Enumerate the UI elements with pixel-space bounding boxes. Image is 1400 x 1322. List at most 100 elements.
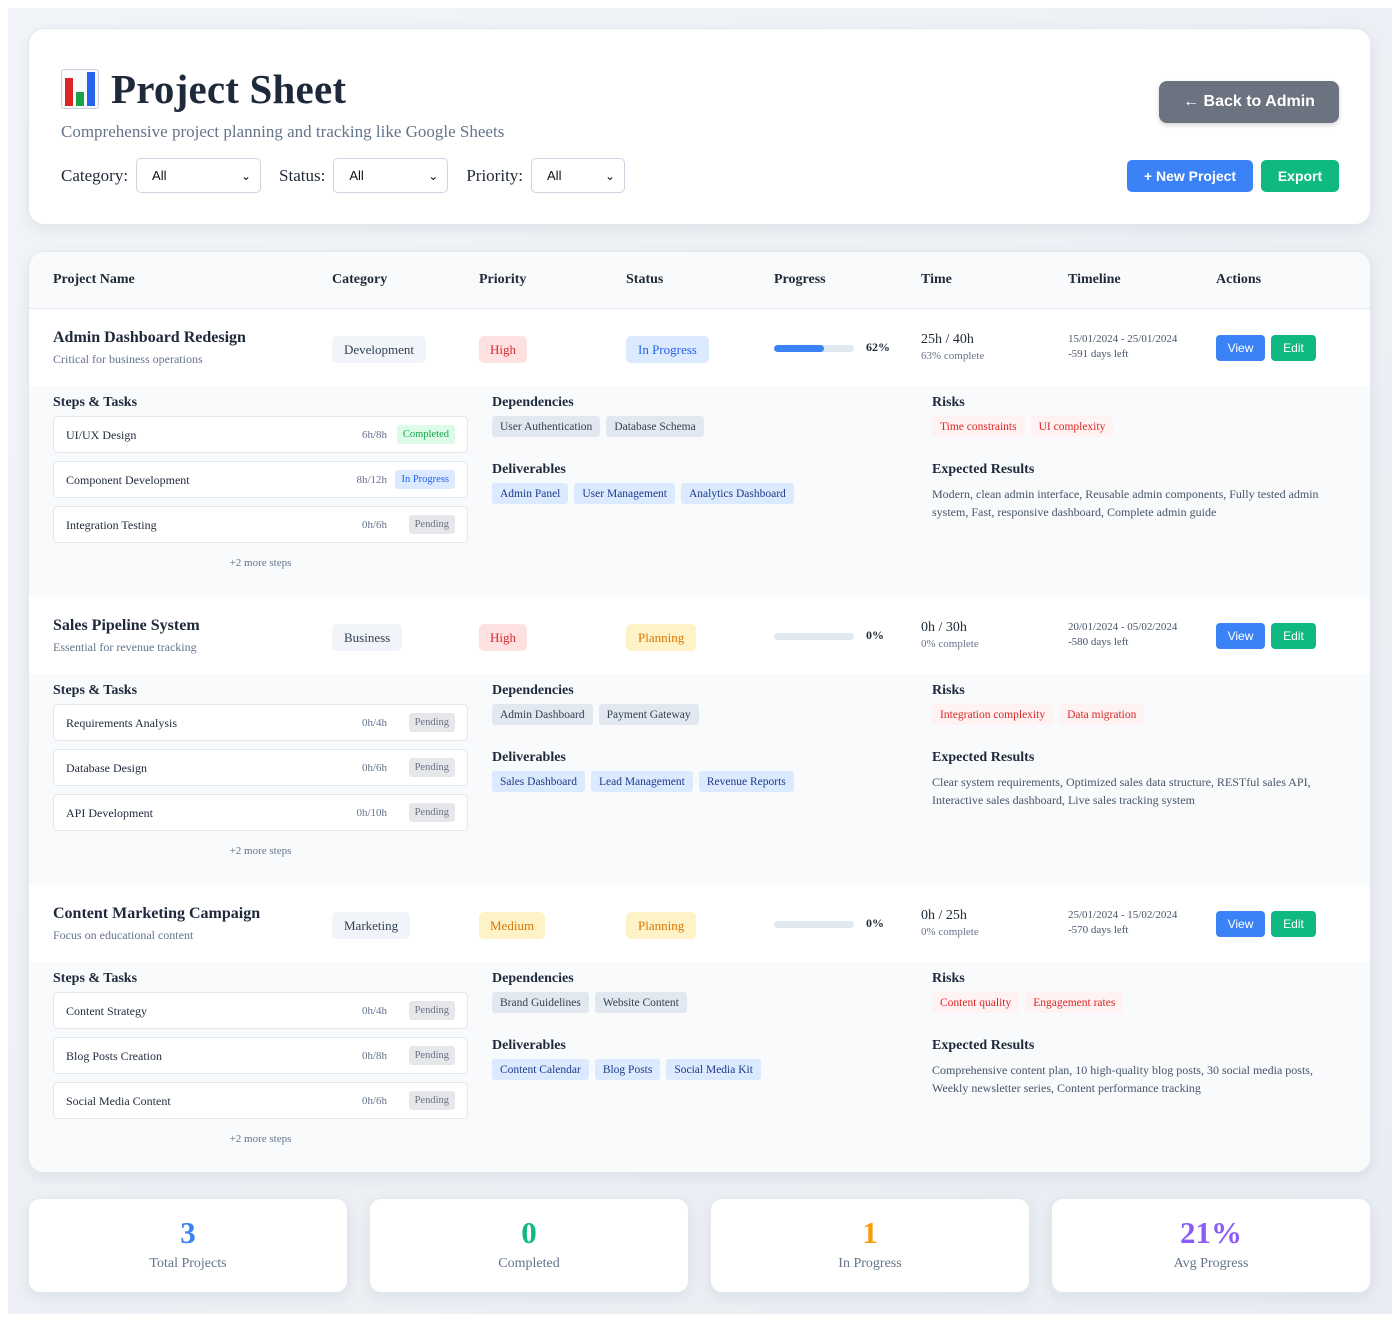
- column-header-timeline[interactable]: Timeline: [1068, 272, 1121, 288]
- timeline-dates: 15/01/2024 - 25/01/2024: [1068, 333, 1178, 345]
- dependency-tag: Website Content: [594, 992, 687, 1013]
- step-item[interactable]: Database Design 0h/6h Pending: [53, 749, 468, 786]
- timeline-dates: 25/01/2024 - 15/02/2024: [1068, 909, 1178, 921]
- steps-heading: Steps & Tasks: [53, 683, 138, 698]
- project-description: Focus on educational content: [53, 928, 194, 942]
- deliverable-tag: Admin Panel: [492, 483, 569, 504]
- stat-total-projects: 3 Total Projects: [28, 1198, 348, 1293]
- project-name: Content Marketing Campaign: [53, 905, 261, 922]
- deliverable-tags: Sales Dashboard Lead Management Revenue Re…: [492, 771, 794, 792]
- project-name: Sales Pipeline System: [53, 617, 200, 634]
- step-item[interactable]: UI/UX Design 6h/8h Completed: [53, 416, 468, 453]
- stat-in-progress: 1 In Progress: [710, 1198, 1030, 1293]
- risk-tags: Integration complexity Data migration: [932, 704, 1145, 725]
- project-description: Essential for revenue tracking: [53, 640, 197, 654]
- status-filter-select[interactable]: All ⌄: [333, 158, 449, 193]
- back-to-admin-button[interactable]: ← Back to Admin: [1159, 81, 1339, 123]
- step-name: Content Strategy: [66, 1004, 147, 1018]
- step-hours: 0h/8h: [361, 1050, 387, 1062]
- step-item[interactable]: API Development 0h/10h Pending: [53, 794, 468, 831]
- edit-button[interactable]: Edit: [1271, 911, 1316, 937]
- expected-results-heading: Expected Results: [932, 462, 1035, 477]
- priority-badge: High: [479, 624, 527, 651]
- project-details: Steps & Tasks Content Strategy 0h/4h Pendin…: [29, 962, 1370, 1172]
- steps-heading: Steps & Tasks: [53, 971, 138, 986]
- new-project-button[interactable]: + New Project: [1127, 160, 1253, 192]
- dependencies-heading: Dependencies: [492, 971, 574, 986]
- deliverable-tag: Content Calendar: [492, 1059, 589, 1080]
- risk-tag: Time constraints: [932, 416, 1025, 437]
- step-item[interactable]: Component Development 8h/12h In Progress: [53, 461, 468, 498]
- step-status-badge: Completed: [396, 425, 455, 444]
- priority-filter-select[interactable]: All ⌄: [531, 158, 626, 193]
- step-status-badge: Pending: [408, 515, 455, 534]
- stat-avg-progress: 21% Avg Progress: [1051, 1198, 1371, 1293]
- view-button[interactable]: View: [1216, 623, 1265, 649]
- timeline-days-left: -570 days left: [1068, 924, 1129, 936]
- step-item[interactable]: Content Strategy 0h/4h Pending: [53, 992, 468, 1029]
- view-button[interactable]: View: [1216, 335, 1265, 361]
- deliverables-heading: Deliverables: [492, 750, 566, 765]
- priority-badge: Medium: [479, 912, 546, 939]
- title-row: Project Sheet: [61, 65, 346, 113]
- expected-results-heading: Expected Results: [932, 1038, 1035, 1053]
- step-hours: 0h/10h: [356, 807, 387, 819]
- edit-button[interactable]: Edit: [1271, 623, 1316, 649]
- step-status-badge: Pending: [408, 1046, 455, 1065]
- status-badge: Planning: [626, 624, 697, 651]
- project-details: Steps & Tasks UI/UX Design 6h/8h Completed C…: [29, 386, 1370, 597]
- dependency-tag: Admin Dashboard: [492, 704, 593, 725]
- deliverable-tag: Blog Posts: [594, 1059, 661, 1080]
- status-filter-label: Status:: [279, 165, 326, 185]
- export-button[interactable]: Export: [1261, 160, 1339, 192]
- column-header-status[interactable]: Status: [626, 272, 663, 288]
- deliverable-tag: Revenue Reports: [698, 771, 794, 792]
- step-status-badge: Pending: [408, 713, 455, 732]
- edit-button[interactable]: Edit: [1271, 335, 1316, 361]
- expected-results-heading: Expected Results: [932, 750, 1035, 765]
- deliverables-heading: Deliverables: [492, 1038, 566, 1053]
- progress-bar-fill: [774, 345, 824, 352]
- dependencies-heading: Dependencies: [492, 395, 574, 410]
- stat-label: In Progress: [838, 1256, 902, 1271]
- stat-value: 1: [862, 1215, 878, 1250]
- more-steps-link[interactable]: +2 more steps: [53, 557, 468, 569]
- category-filter-select[interactable]: All ⌄: [136, 158, 262, 193]
- risk-tag: Engagement rates: [1025, 992, 1124, 1013]
- chevron-down-icon: ⌄: [428, 168, 439, 183]
- risk-tag: Content quality: [932, 992, 1020, 1013]
- time-complete: 0% complete: [921, 926, 979, 938]
- column-header-progress[interactable]: Progress: [774, 272, 826, 288]
- deliverable-tag: Analytics Dashboard: [681, 483, 794, 504]
- step-name: API Development: [66, 806, 153, 820]
- column-header-category[interactable]: Category: [332, 272, 387, 288]
- column-header-project-name[interactable]: Project Name: [53, 272, 135, 288]
- priority-filter-label: Priority:: [466, 165, 524, 185]
- view-button[interactable]: View: [1216, 911, 1265, 937]
- step-hours: 0h/6h: [361, 762, 387, 774]
- dependency-tag: Brand Guidelines: [492, 992, 589, 1013]
- column-header-priority[interactable]: Priority: [479, 272, 526, 288]
- risk-tag: Integration complexity: [932, 704, 1054, 725]
- step-name: Integration Testing: [66, 518, 157, 532]
- step-item[interactable]: Requirements Analysis 0h/4h Pending: [53, 704, 468, 741]
- step-item[interactable]: Social Media Content 0h/6h Pending: [53, 1082, 468, 1119]
- more-steps-link[interactable]: +2 more steps: [53, 1133, 468, 1145]
- status-badge: In Progress: [626, 336, 709, 363]
- more-steps-link[interactable]: +2 more steps: [53, 845, 468, 857]
- time-hours: 0h / 30h: [921, 620, 967, 635]
- deliverable-tag: Social Media Kit: [666, 1059, 761, 1080]
- project-table: Project Name Category Priority Status Pr…: [28, 251, 1371, 1173]
- deliverable-tags: Admin Panel User Management Analytics Dash…: [492, 483, 794, 504]
- step-hours: 6h/8h: [361, 429, 387, 441]
- steps-heading: Steps & Tasks: [53, 395, 138, 410]
- step-item[interactable]: Integration Testing 0h/6h Pending: [53, 506, 468, 543]
- step-hours: 0h/4h: [361, 1005, 387, 1017]
- step-item[interactable]: Blog Posts Creation 0h/8h Pending: [53, 1037, 468, 1074]
- chevron-down-icon: ⌄: [240, 168, 252, 183]
- deliverable-tag: User Management: [574, 483, 675, 504]
- project-summary-row: Sales Pipeline System Essential for reven…: [29, 597, 1370, 674]
- risk-tags: Content quality Engagement rates: [932, 992, 1124, 1013]
- stat-label: Total Projects: [149, 1256, 227, 1271]
- column-header-time[interactable]: Time: [921, 272, 952, 288]
